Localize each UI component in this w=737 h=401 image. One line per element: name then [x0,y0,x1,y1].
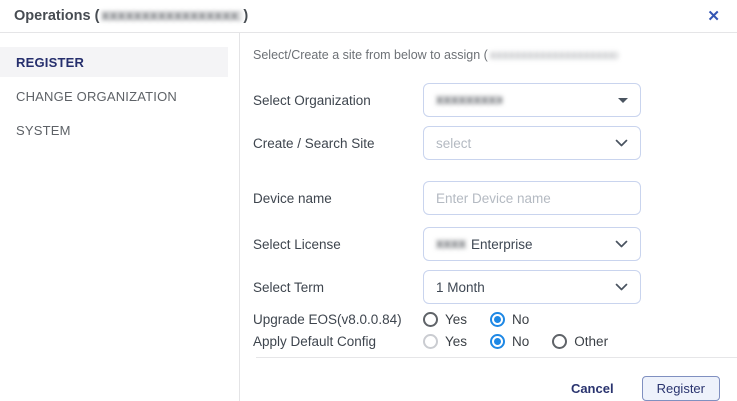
radio-option-label: No [512,312,529,327]
upgrade-eos-no-radio[interactable]: No [490,312,529,327]
dialog-title-prefix: Operations ( [14,8,99,24]
select-organization-row: Select Organization xxxxxxxxxx [253,83,737,117]
upgrade-eos-label: Upgrade EOS(v8.0.0.84) [253,312,423,327]
caret-down-icon [618,98,628,103]
register-button[interactable]: Register [642,376,720,401]
chevron-down-icon [615,139,628,147]
operations-dialog: Operations ( xxxxxxxxxxxxxxxxxxxxxxxx ) … [0,0,737,401]
sidebar-item-label: REGISTER [16,55,84,70]
register-form-panel: Select/Create a site from below to assig… [240,33,737,401]
radio-option-label: Yes [445,334,467,349]
chevron-down-icon [615,283,628,291]
sidebar-item-change-organization[interactable]: CHANGE ORGANIZATION [0,81,239,111]
dialog-title: Operations ( xxxxxxxxxxxxxxxxxxxxxxxx ) [14,8,248,24]
dialog-body: REGISTER CHANGE ORGANIZATION SYSTEM Sele… [0,33,737,401]
assign-info-prefix: Select/Create a site from below to assig… [253,47,488,63]
select-term-label: Select Term [253,280,423,295]
apply-default-config-yes-radio: Yes [423,334,467,349]
radio-unchecked-icon [423,312,438,327]
select-license-label: Select License [253,237,423,252]
radio-unchecked-icon [552,334,567,349]
license-value: xxxx Enterprise [436,237,533,252]
radio-checked-icon [490,334,505,349]
create-search-site-row: Create / Search Site select [253,126,737,160]
select-organization-label: Select Organization [253,93,423,108]
dialog-header: Operations ( xxxxxxxxxxxxxxxxxxxxxxxx ) … [0,0,737,33]
select-license-row: Select License xxxx Enterprise [253,227,737,261]
license-value-redacted: xxxx [436,237,466,251]
device-name-label: Device name [253,191,423,206]
close-icon: ✕ [707,8,720,25]
dialog-title-suffix: ) [243,8,248,24]
close-button[interactable]: ✕ [703,7,724,26]
chevron-down-icon [615,240,628,248]
sidebar-item-register[interactable]: REGISTER [0,47,228,77]
radio-disabled-icon [423,334,438,349]
radio-option-label: No [512,334,529,349]
create-search-site-dropdown[interactable]: select [423,126,641,160]
info-redacted-serial: xxxxxxxxxxxxxxxxxxxxxx [490,48,618,62]
sidebar-item-label: SYSTEM [16,123,71,138]
apply-default-config-row: Apply Default Config Yes No Other [253,333,737,351]
site-placeholder-text: select [436,136,471,151]
upgrade-eos-yes-radio[interactable]: Yes [423,312,467,327]
footer-divider [256,357,737,358]
sidebar: REGISTER CHANGE ORGANIZATION SYSTEM [0,33,240,401]
upgrade-eos-row: Upgrade EOS(v8.0.0.84) Yes No [253,311,737,329]
apply-default-config-label: Apply Default Config [253,334,423,349]
assign-info-text: Select/Create a site from below to assig… [253,47,737,63]
title-redacted-serial: xxxxxxxxxxxxxxxxxxxxxxxx [101,9,241,23]
upgrade-eos-radio-group: Yes No [423,312,529,327]
term-value: 1 Month [436,280,485,295]
radio-option-label: Yes [445,312,467,327]
device-name-row: Device name [253,181,737,215]
create-search-site-label: Create / Search Site [253,136,423,151]
organization-value-redacted: xxxxxxxxxx [436,93,502,107]
footer-actions: Cancel Register [253,376,737,401]
sidebar-item-system[interactable]: SYSTEM [0,115,239,145]
sidebar-item-label: CHANGE ORGANIZATION [16,89,177,104]
device-name-input[interactable] [423,181,641,215]
radio-option-label: Other [574,334,608,349]
select-term-row: Select Term 1 Month [253,270,737,304]
apply-default-config-no-radio[interactable]: No [490,334,529,349]
apply-default-config-other-radio[interactable]: Other [552,334,608,349]
select-organization-dropdown[interactable]: xxxxxxxxxx [423,83,641,117]
cancel-button[interactable]: Cancel [571,381,614,396]
radio-checked-icon [490,312,505,327]
select-term-dropdown[interactable]: 1 Month [423,270,641,304]
apply-default-config-radio-group: Yes No Other [423,334,608,349]
license-value-text: Enterprise [471,237,533,252]
select-license-dropdown[interactable]: xxxx Enterprise [423,227,641,261]
